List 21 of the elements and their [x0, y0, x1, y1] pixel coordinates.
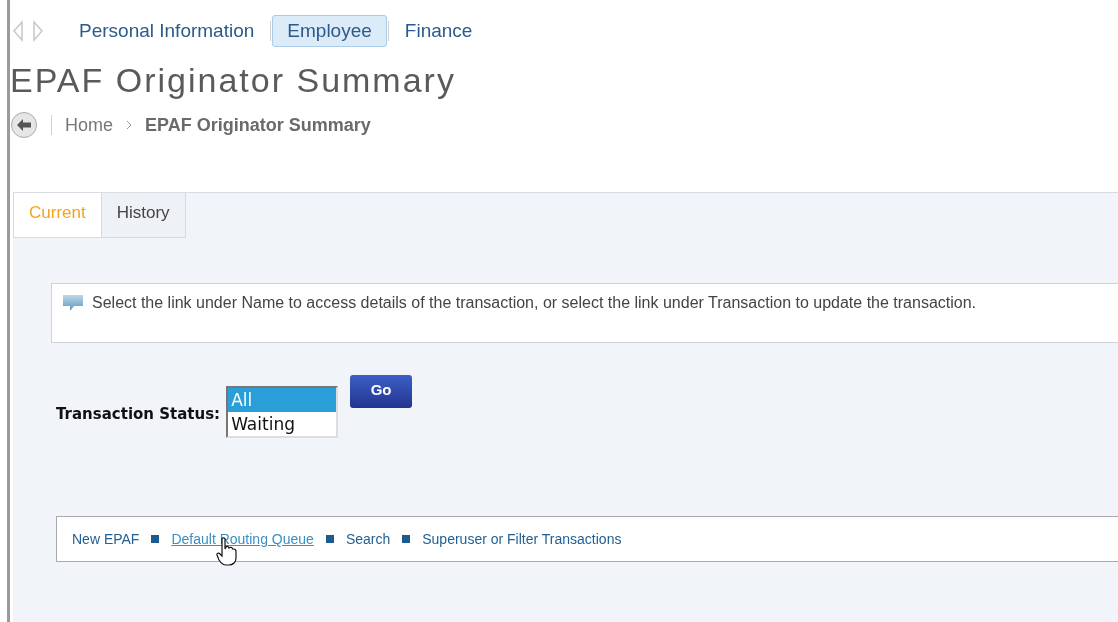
page-title: EPAF Originator Summary	[10, 62, 457, 98]
link[interactable]: Superuser or Filter Transactions	[422, 531, 622, 547]
breadcrumb-current: EPAF Originator Summary	[145, 114, 371, 136]
link[interactable]: New EPAF	[72, 531, 140, 547]
bullet-icon	[151, 535, 160, 543]
link[interactable]: Search	[345, 531, 391, 547]
speech-bubble-icon	[62, 294, 84, 312]
go-button[interactable]: Go	[350, 375, 413, 408]
nav-tab[interactable]: Personal Information	[64, 15, 270, 47]
info-text: Select the link under Name to access details of the transaction, or select the link under Transaction to update the transaction.	[92, 294, 977, 312]
status-list-box[interactable]: All Waiting	[226, 386, 339, 438]
tab[interactable]: History	[101, 193, 186, 238]
breadcrumb-link[interactable]: Home	[65, 114, 113, 136]
bullet-icon	[402, 535, 411, 543]
back-icon[interactable]	[10, 111, 38, 139]
nav-tab[interactable]: Employee	[272, 15, 387, 47]
bullet-icon	[325, 535, 334, 543]
link[interactable]: Default Routing Queue	[171, 531, 314, 547]
nav-tab[interactable]: Finance	[389, 15, 488, 47]
chevron-icon	[125, 120, 133, 130]
field-label: Transaction Status:	[56, 405, 221, 423]
